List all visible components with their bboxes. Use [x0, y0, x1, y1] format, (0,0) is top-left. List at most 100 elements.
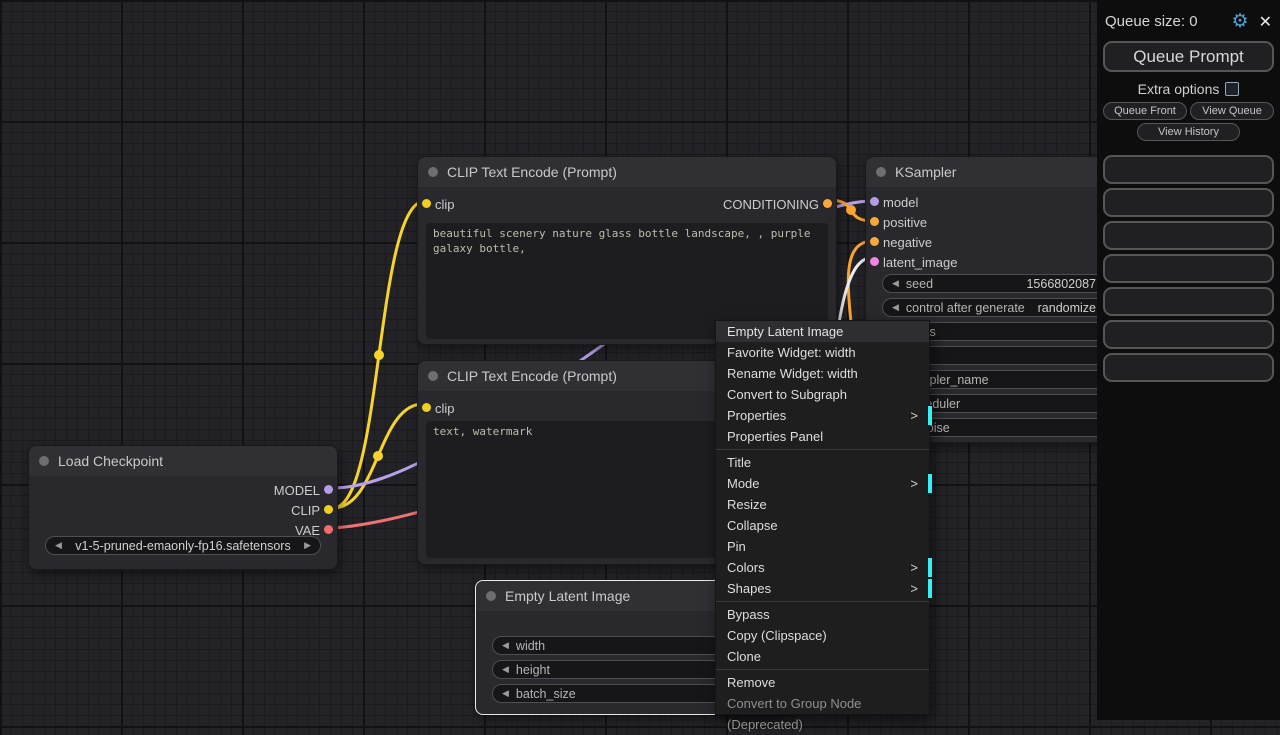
view-history-button[interactable]: View History — [1137, 123, 1240, 141]
output-port-dot[interactable] — [324, 505, 333, 514]
ckpt-name-value: v1-5-pruned-emaonly-fp16.safetensors — [69, 539, 297, 553]
panel-button[interactable] — [1103, 254, 1274, 283]
menu-item-label: Collapse — [727, 515, 918, 536]
collapse-dot-icon[interactable] — [428, 167, 438, 177]
widget-label: height — [516, 663, 550, 677]
ksampler-inputs: model positive negative latent_image — [866, 192, 1114, 272]
next-arrow-icon[interactable]: ▶ — [304, 540, 311, 551]
conditioning-output-label: CONDITIONING — [723, 197, 819, 212]
submenu-indicator — [928, 474, 932, 493]
decrement-arrow-icon[interactable]: ◀ — [892, 278, 899, 289]
queue-front-button[interactable]: Queue Front — [1103, 102, 1187, 120]
decrement-arrow-icon[interactable]: ◀ — [892, 302, 899, 313]
menu-item-label: Convert to Group Node (Deprecated) — [727, 693, 918, 714]
menu-item-label: Title — [727, 452, 918, 473]
node-title-bar[interactable]: KSampler — [866, 157, 1114, 187]
node-clip-text-encode-1[interactable]: CLIP Text Encode (Prompt) clip CONDITION… — [417, 156, 837, 345]
prev-arrow-icon[interactable]: ◀ — [55, 540, 62, 551]
decrement-arrow-icon[interactable]: ◀ — [502, 640, 509, 651]
input-port-label: latent_image — [883, 255, 957, 270]
decrement-arrow-icon[interactable]: ◀ — [502, 664, 509, 675]
context-menu-item[interactable]: Shapes > — [716, 578, 929, 599]
widget-value: randomize — [1032, 301, 1096, 315]
queue-front-row: Queue Front View Queue — [1103, 102, 1274, 120]
menu-item-label: Shapes — [727, 578, 910, 599]
extra-options-row: Extra options — [1103, 81, 1274, 97]
context-menu-item[interactable]: Copy (Clipspace) > — [716, 625, 929, 646]
clip-input-row: clip CONDITIONING — [418, 194, 836, 214]
node-title: KSampler — [895, 164, 956, 180]
checkpoint-outputs: MODEL CLIP VAE — [29, 480, 337, 540]
context-menu-item[interactable]: Properties Panel > — [716, 426, 929, 447]
ckpt-name-combo[interactable]: ◀ v1-5-pruned-emaonly-fp16.safetensors ▶ — [45, 536, 321, 555]
context-menu-item[interactable]: Remove > — [716, 672, 929, 693]
ksampler-widget[interactable]: ◀ control after generate randomize — [882, 298, 1106, 317]
context-menu-item[interactable]: Collapse > — [716, 515, 929, 536]
menu-divider — [716, 669, 929, 670]
submenu-arrow-icon: > — [910, 578, 918, 599]
context-menu-item[interactable]: Rename Widget: width > — [716, 363, 929, 384]
panel-button[interactable] — [1103, 353, 1274, 382]
menu-item-label: Properties Panel — [727, 426, 918, 447]
menu-item-label: Colors — [727, 557, 910, 578]
output-port-dot[interactable] — [324, 485, 333, 494]
context-menu-item[interactable]: Properties > — [716, 405, 929, 426]
conditioning-output-port[interactable] — [823, 199, 832, 208]
node-title: CLIP Text Encode (Prompt) — [447, 368, 617, 384]
menu-divider — [716, 449, 929, 450]
output-port-row: MODEL — [29, 480, 337, 500]
context-menu-item[interactable]: Pin > — [716, 536, 929, 557]
collapse-dot-icon[interactable] — [486, 591, 496, 601]
node-title-bar[interactable]: Load Checkpoint — [29, 446, 337, 476]
decrement-arrow-icon[interactable]: ◀ — [502, 688, 509, 699]
context-menu-item[interactable]: Convert to Group Node (Deprecated) > — [716, 693, 929, 714]
context-menu-item[interactable]: Resize > — [716, 494, 929, 515]
menu-item-label: Favorite Widget: width — [727, 342, 918, 363]
clip-input-port[interactable] — [422, 403, 431, 412]
panel-button[interactable] — [1103, 188, 1274, 217]
context-menu-item[interactable]: Bypass > — [716, 604, 929, 625]
panel-button[interactable] — [1103, 155, 1274, 184]
panel-button[interactable] — [1103, 221, 1274, 250]
output-port-row: CLIP — [29, 500, 337, 520]
input-port-label: negative — [883, 235, 932, 250]
panel-buttons — [1103, 155, 1274, 382]
menu-item-label: Pin — [727, 536, 918, 557]
input-port-row: model — [866, 192, 1114, 212]
input-port-dot[interactable] — [870, 197, 879, 206]
collapse-dot-icon[interactable] — [39, 456, 49, 466]
submenu-arrow-icon: > — [910, 405, 918, 426]
widget-label: batch_size — [516, 687, 576, 701]
node-load-checkpoint[interactable]: Load Checkpoint MODEL CLIP VAE ◀ v1-5-pr… — [28, 445, 338, 570]
settings-gear-icon[interactable]: ⚙ — [1232, 10, 1249, 33]
output-port-dot[interactable] — [324, 525, 333, 534]
clip-input-port[interactable] — [422, 199, 431, 208]
close-icon[interactable]: ✕ — [1259, 12, 1272, 32]
extra-options-checkbox[interactable] — [1225, 82, 1239, 96]
collapse-dot-icon[interactable] — [876, 167, 886, 177]
menu-item-label: Mode — [727, 473, 910, 494]
node-title-bar[interactable]: CLIP Text Encode (Prompt) — [418, 157, 836, 187]
context-menu-item[interactable]: Mode > — [716, 473, 929, 494]
context-menu-item[interactable]: Favorite Widget: width > — [716, 342, 929, 363]
context-menu-item[interactable]: Title > — [716, 452, 929, 473]
context-menu-item[interactable]: Colors > — [716, 557, 929, 578]
queue-prompt-button[interactable]: Queue Prompt — [1103, 41, 1274, 72]
input-port-dot[interactable] — [870, 217, 879, 226]
comfyui-canvas[interactable]: { "colors": { "clip": "#f6d42a", "model"… — [0, 0, 1280, 720]
input-port-dot[interactable] — [870, 237, 879, 246]
node-title: CLIP Text Encode (Prompt) — [447, 164, 617, 180]
input-port-dot[interactable] — [870, 257, 879, 266]
context-menu-item[interactable]: Clone > — [716, 646, 929, 667]
panel-button[interactable] — [1103, 287, 1274, 316]
panel-button[interactable] — [1103, 320, 1274, 349]
widget-value: 1566802087 — [940, 277, 1096, 291]
output-port-label: CLIP — [291, 503, 320, 518]
menu-divider — [716, 601, 929, 602]
view-queue-button[interactable]: View Queue — [1190, 102, 1274, 120]
context-menu-item[interactable]: Convert to Subgraph > — [716, 384, 929, 405]
collapse-dot-icon[interactable] — [428, 371, 438, 381]
input-port-label: model — [883, 195, 918, 210]
ksampler-widget[interactable]: ◀ seed 1566802087 — [882, 274, 1106, 293]
context-menu: Empty Latent Image Favorite Widget: widt… — [715, 320, 930, 715]
